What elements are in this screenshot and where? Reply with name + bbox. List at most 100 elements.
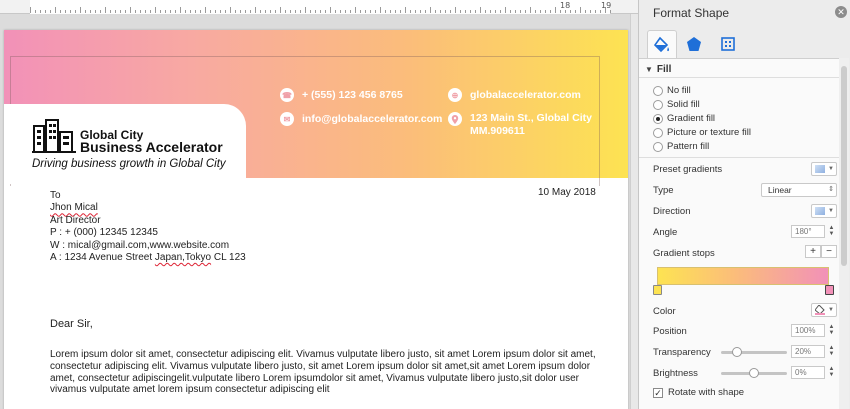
ruler-tick <box>610 10 611 13</box>
ruler-tick <box>250 10 251 13</box>
ruler-tick <box>280 7 281 13</box>
ruler-tick <box>85 10 86 13</box>
brightness-stepper[interactable]: ▲ ▼ <box>827 366 836 379</box>
direction-label: Direction <box>653 206 691 217</box>
add-stop-button[interactable]: + <box>805 245 821 258</box>
radio-button[interactable] <box>653 99 663 110</box>
gradient-stops-label: Gradient stops <box>653 248 715 259</box>
contact-address: 123 Main St., Global City MM.909611 <box>448 112 592 138</box>
gradient-stop-start[interactable] <box>653 285 662 295</box>
remove-stop-button[interactable]: − <box>821 245 837 258</box>
radio-gradient-fill[interactable]: Gradient fill <box>653 113 715 124</box>
ruler-tick <box>80 7 81 13</box>
ruler-tick <box>445 10 446 13</box>
panel-scrollbar-thumb[interactable] <box>841 66 847 266</box>
fill-section-header[interactable]: ▼ Fill <box>645 64 671 75</box>
ruler-tick <box>160 10 161 13</box>
horizontal-ruler[interactable]: 18 19 <box>0 0 638 14</box>
ruler-tick <box>185 10 186 13</box>
recipient-block[interactable]: To Jhon Mical Art Director P : + (000) 1… <box>50 190 246 264</box>
preset-gradients-label: Preset gradients <box>653 164 723 175</box>
ruler-tick <box>175 10 176 13</box>
transparency-input[interactable]: 20% <box>791 345 825 358</box>
ruler-tick <box>570 10 571 13</box>
body-line-2: consectetur adipiscing elit. Vivamus vul… <box>50 360 591 372</box>
recipient-phone: P : + (000) 12345 12345 <box>50 227 158 239</box>
ruler-tick <box>130 7 131 13</box>
ruler-tick <box>575 10 576 13</box>
direction-button[interactable]: ▼ <box>811 204 837 218</box>
paint-bucket-icon <box>653 36 670 52</box>
radio-button[interactable] <box>653 127 663 138</box>
radio-button[interactable] <box>653 141 663 152</box>
ruler-tick <box>115 10 116 13</box>
transparency-slider-knob[interactable] <box>732 347 743 357</box>
ruler-tick <box>345 10 346 13</box>
ruler-tick <box>45 10 46 13</box>
rotate-with-shape-checkbox[interactable]: ✓ <box>653 387 663 398</box>
ruler-tick <box>385 10 386 13</box>
type-select[interactable]: Linear ⇕ <box>761 183 837 197</box>
gradient-stop-end[interactable] <box>825 285 834 295</box>
document-vertical-scrollbar[interactable] <box>630 14 638 409</box>
ruler-tick <box>215 10 216 13</box>
ruler-tick <box>315 10 316 13</box>
contact-phone-text: + (555) 123 456 8765 <box>302 88 403 101</box>
transparency-stepper[interactable]: ▲ ▼ <box>827 345 836 358</box>
radio-no-fill[interactable]: No fill <box>653 85 691 96</box>
brightness-input[interactable]: 0% <box>791 366 825 379</box>
rotate-with-shape-label: Rotate with shape <box>668 387 745 398</box>
ruler-tick <box>205 7 206 13</box>
radio-pattern-fill[interactable]: Pattern fill <box>653 141 709 152</box>
ruler-tick <box>430 7 431 13</box>
close-icon[interactable]: ✕ <box>835 6 847 18</box>
position-input[interactable]: 100% <box>791 324 825 337</box>
gradient-stops-bar[interactable] <box>657 267 829 285</box>
ruler-tick <box>235 10 236 13</box>
preset-gradients-button[interactable]: ▼ <box>811 162 837 176</box>
radio-solid-fill[interactable]: Solid fill <box>653 99 700 110</box>
letter-greeting[interactable]: Dear Sir, <box>50 318 93 330</box>
angle-input[interactable]: 180° <box>791 225 825 238</box>
letter-date[interactable]: 10 May 2018 <box>538 187 596 198</box>
letter-body[interactable]: Lorem ipsum dolor sit amet, consectetur … <box>50 349 620 396</box>
rotate-with-shape-row[interactable]: ✓ Rotate with shape <box>653 387 744 398</box>
ruler-tick <box>590 10 591 13</box>
chevron-down-icon: ▼ <box>828 166 834 172</box>
ruler-tick <box>400 10 401 13</box>
ruler-tick <box>500 10 501 13</box>
ruler-tick <box>180 7 181 13</box>
radio-picture-fill[interactable]: Picture or texture fill <box>653 127 751 138</box>
ruler-tick <box>60 10 61 13</box>
body-line-3: amet, consectetur adipiscingelit.vulputa… <box>50 372 579 384</box>
ruler-tick <box>125 10 126 13</box>
fill-line-tab[interactable] <box>647 30 677 58</box>
brightness-slider-knob[interactable] <box>749 368 759 378</box>
color-label: Color <box>653 306 676 317</box>
radio-button-selected[interactable] <box>653 113 663 124</box>
ruler-tick <box>340 10 341 13</box>
angle-stepper[interactable]: ▲ ▼ <box>827 225 836 238</box>
position-stepper[interactable]: ▲ ▼ <box>827 324 836 337</box>
ruler-tick <box>475 10 476 13</box>
ruler-tick <box>395 10 396 13</box>
ruler-tick <box>370 10 371 13</box>
transparency-label: Transparency <box>653 347 711 358</box>
effects-tab[interactable] <box>679 30 709 58</box>
ruler-tick <box>120 10 121 13</box>
ruler-tick <box>405 7 406 13</box>
document-page[interactable]: ☎ + (555) 123 456 8765 ⊕ globalaccelerat… <box>4 30 628 409</box>
panel-scrollbar[interactable] <box>839 58 849 409</box>
contact-email-text: info@globalaccelerator.com <box>302 112 443 125</box>
ruler-tick <box>440 10 441 13</box>
color-picker-button[interactable]: ▼ <box>811 303 837 317</box>
radio-button[interactable] <box>653 85 663 96</box>
transparency-slider[interactable] <box>721 347 787 357</box>
ruler-tick <box>600 10 601 13</box>
chevron-down-icon: ▼ <box>828 307 834 313</box>
size-properties-tab[interactable] <box>713 30 743 58</box>
body-line-4: vivamus vulputate amet lorem ipsum conse… <box>50 384 330 396</box>
brightness-slider[interactable] <box>721 368 787 378</box>
globe-icon: ⊕ <box>448 88 462 102</box>
company-tagline: Driving business growth in Global City <box>32 158 226 170</box>
